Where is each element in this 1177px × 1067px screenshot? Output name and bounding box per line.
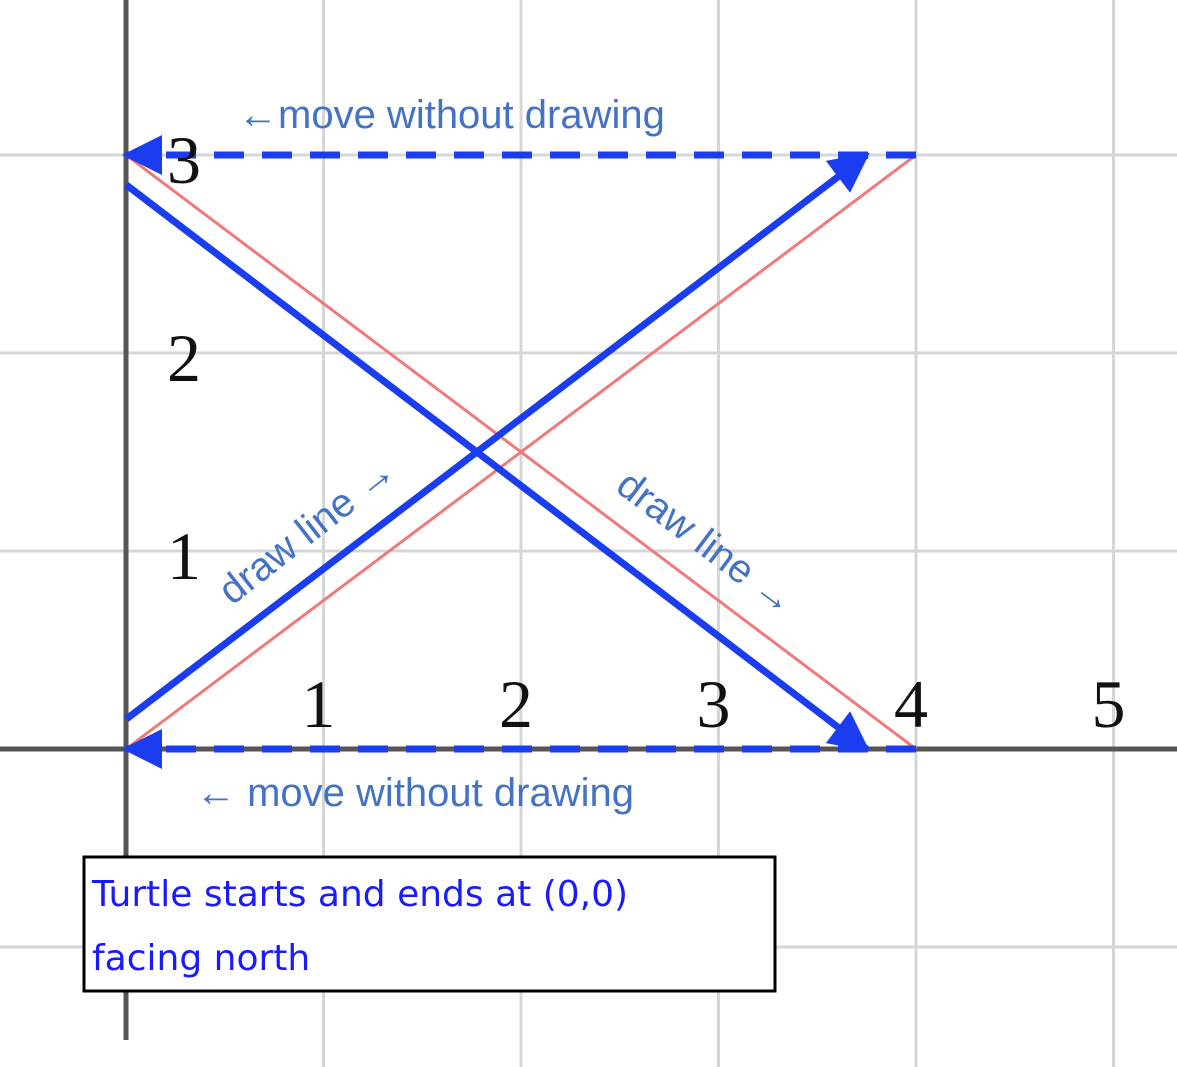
tick-labels: 1 2 3 4 5 1 2 3: [167, 122, 1126, 742]
x-tick-label: 2: [499, 666, 533, 742]
x-tick-label: 5: [1092, 666, 1126, 742]
caption-box: Turtle starts and ends at (0,0) facing n…: [82, 855, 777, 993]
draw-line-right-label: draw line →: [609, 462, 804, 624]
turtle-path-diagram: 1 2 3 4 5 1 2 3 ←move without drawing ← move wi…: [0, 0, 1177, 1067]
y-tick-label: 3: [167, 122, 201, 198]
move-without-drawing-bottom-label: ← move without drawing: [196, 771, 634, 815]
x-tick-label: 3: [697, 666, 731, 742]
x-tick-label: 4: [894, 666, 928, 742]
move-without-drawing-top-label: ←move without drawing: [238, 93, 665, 137]
x-tick-label: 1: [302, 666, 336, 742]
caption-line-1: Turtle starts and ends at (0,0): [91, 874, 628, 915]
caption-line-2: facing north: [92, 938, 310, 979]
y-tick-label: 2: [167, 320, 201, 396]
y-tick-label: 1: [167, 518, 201, 594]
